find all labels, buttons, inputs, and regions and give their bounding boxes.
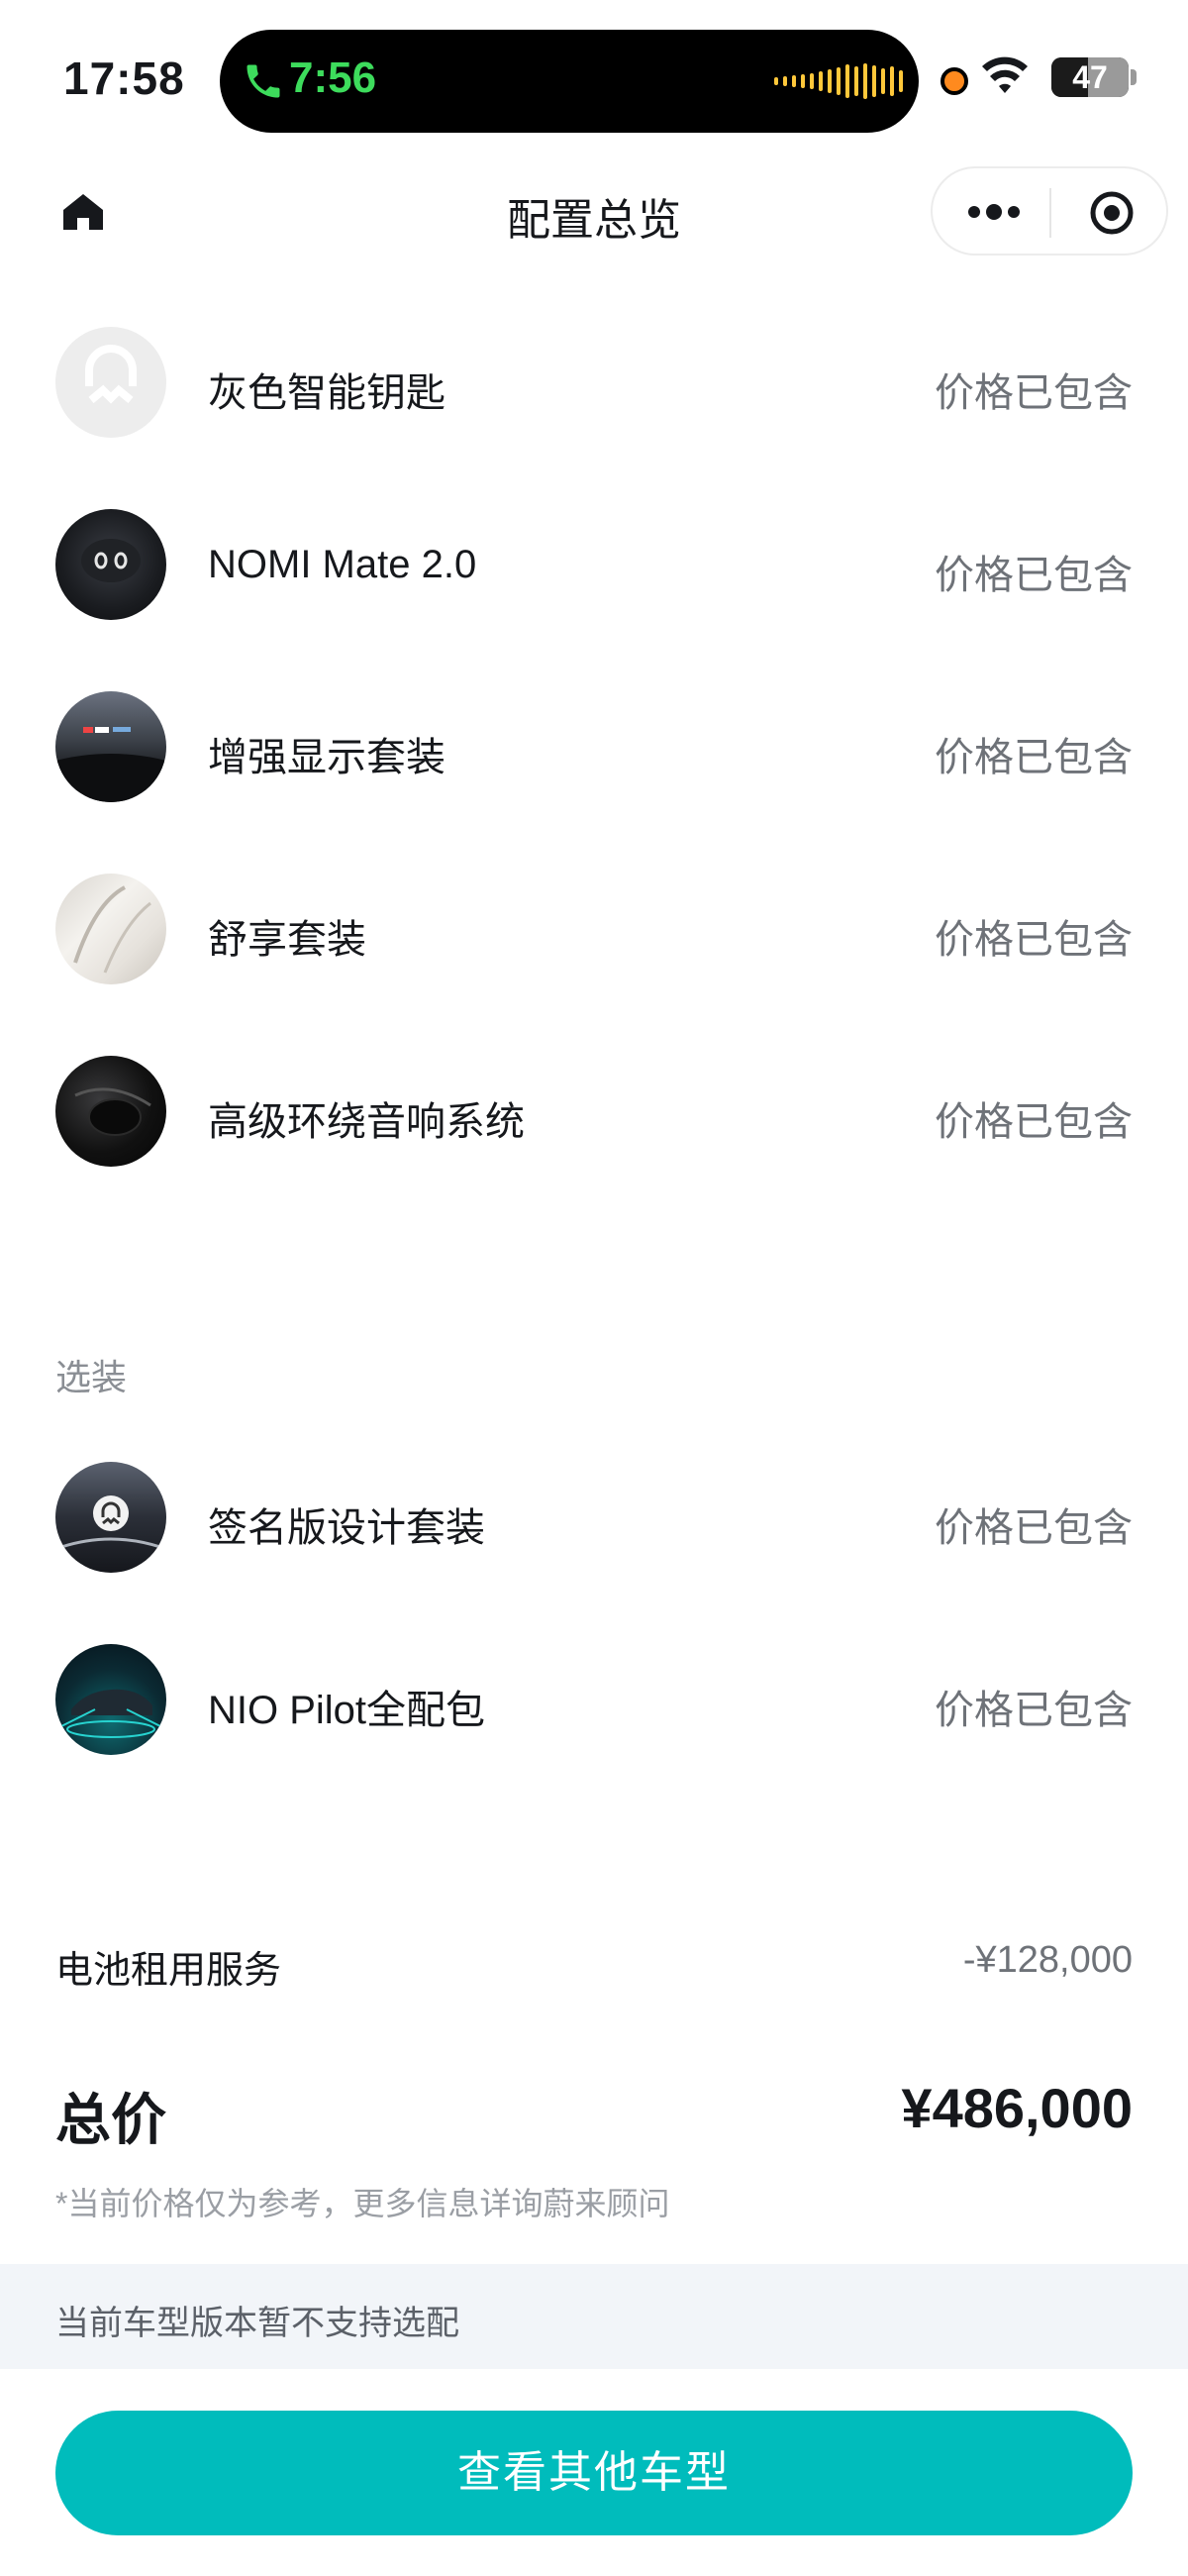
- more-dots-icon[interactable]: [964, 198, 1024, 226]
- battery-service-label: 电池租用服务: [55, 1950, 282, 1992]
- notice-bar: 当前车型版本暂不支持选配: [0, 2264, 1188, 2369]
- price-note: *当前价格仅为参考，更多信息详询蔚来顾问: [55, 2186, 670, 2221]
- section-label-optional: 选装: [55, 1357, 128, 1397]
- total-value: ¥486,000: [901, 2077, 1133, 2139]
- battery-level: 47: [1072, 59, 1108, 95]
- wifi-icon: [982, 56, 1028, 93]
- seat-thumb: [55, 874, 166, 984]
- item-name: NIO Pilot全配包: [208, 1689, 486, 1732]
- item-name: 高级环绕音响系统: [208, 1100, 525, 1144]
- item-name: 签名版设计套装: [208, 1506, 485, 1550]
- mini-program-capsule: [931, 166, 1168, 256]
- nio-logo-thumb: [55, 327, 166, 438]
- view-other-models-button[interactable]: 查看其他车型: [55, 2411, 1133, 2535]
- list-item[interactable]: 高级环绕音响系统 价格已包含: [55, 1056, 1133, 1175]
- list-item[interactable]: NIO Pilot全配包 价格已包含: [55, 1644, 1133, 1763]
- item-price: 价格已包含: [935, 1689, 1133, 1732]
- audio-waveform-icon: [774, 59, 903, 103]
- list-item[interactable]: 增强显示套装 价格已包含: [55, 691, 1133, 810]
- item-price: 价格已包含: [935, 371, 1133, 415]
- item-price: 价格已包含: [935, 736, 1133, 779]
- mic-indicator-icon: [940, 67, 968, 95]
- hud-thumb: [55, 691, 166, 802]
- item-name: 灰色智能钥匙: [208, 371, 446, 415]
- item-name: 增强显示套装: [208, 736, 446, 779]
- item-price: 价格已包含: [935, 1506, 1133, 1550]
- speaker-thumb: [55, 1056, 166, 1167]
- battery-icon: 47: [1051, 57, 1129, 97]
- status-bar: 17:58 7:56 47: [0, 0, 1188, 149]
- target-circle-icon[interactable]: [1089, 190, 1135, 236]
- total-label: 总价: [55, 2089, 166, 2151]
- battery-service-value: -¥128,000: [962, 1939, 1133, 1981]
- item-name: 舒享套装: [208, 918, 366, 962]
- status-time: 17:58: [63, 52, 185, 104]
- phone-icon: [247, 64, 280, 98]
- item-price: 价格已包含: [935, 918, 1133, 962]
- notice-text: 当前车型版本暂不支持选配: [55, 2305, 459, 2342]
- nomi-thumb: [55, 509, 166, 620]
- car-thumb: [55, 1644, 166, 1755]
- battery-cap: [1131, 69, 1137, 85]
- capsule-divider: [1049, 188, 1051, 238]
- item-price: 价格已包含: [935, 554, 1133, 597]
- call-duration: 7:56: [289, 53, 377, 102]
- list-item[interactable]: 舒享套装 价格已包含: [55, 874, 1133, 992]
- item-name: NOMI Mate 2.0: [208, 543, 477, 586]
- list-item[interactable]: 灰色智能钥匙 价格已包含: [55, 327, 1133, 446]
- list-item[interactable]: 签名版设计套装 价格已包含: [55, 1462, 1133, 1581]
- dynamic-island[interactable]: 7:56: [220, 30, 919, 133]
- list-item[interactable]: NOMI Mate 2.0 价格已包含: [55, 509, 1133, 628]
- item-price: 价格已包含: [935, 1100, 1133, 1144]
- signature-thumb: [55, 1462, 166, 1573]
